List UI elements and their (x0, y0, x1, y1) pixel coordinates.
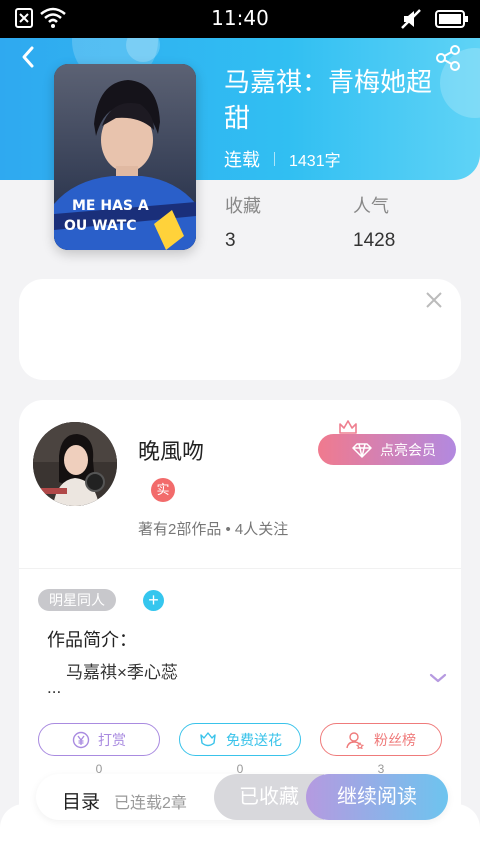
book-cover[interactable]: ME HAS A OU WATC (54, 64, 196, 250)
battery-icon (435, 10, 468, 28)
vip-button-label: 点亮会员 (380, 441, 436, 458)
send-flower-button[interactable]: 免费送花 (179, 723, 301, 756)
status-bar: 11:40 (0, 0, 480, 38)
toc-button[interactable]: 目录 (62, 787, 100, 814)
popularity-label: 人气 (353, 196, 389, 216)
notice-card (19, 279, 461, 380)
popularity-stat: 人气 1428 (353, 192, 395, 252)
book-status-row: 连载 1431字 (224, 146, 341, 172)
chapter-progress: 已连载2章 (114, 795, 187, 812)
fans-icon (346, 731, 365, 749)
tag-chip[interactable]: 明星同人 (38, 589, 116, 611)
collect-value: 3 (225, 230, 236, 251)
intro-ellipsis: ... (47, 678, 62, 697)
fans-rank-button[interactable]: 粉丝榜 (320, 723, 442, 756)
diamond-icon (352, 442, 372, 458)
send-flower-label: 免费送花 (226, 731, 282, 748)
svg-text:OU WATC: OU WATC (64, 218, 137, 234)
popularity-value: 1428 (353, 230, 396, 251)
vip-button[interactable]: 点亮会员 (318, 434, 456, 465)
mute-icon (401, 9, 421, 29)
reward-button[interactable]: 打赏 (38, 723, 160, 756)
reward-label: 打赏 (98, 731, 126, 748)
continue-reading-button[interactable]: 继续阅读 (306, 774, 448, 820)
close-icon[interactable] (425, 291, 443, 309)
chevron-down-icon[interactable] (429, 672, 447, 684)
serial-status: 连载 (224, 150, 260, 170)
flower-icon (200, 731, 216, 746)
card-divider (19, 568, 461, 569)
author-info: 著有2部作品 • 4人关注 (138, 521, 289, 538)
divider (274, 152, 275, 166)
crown-icon (339, 420, 357, 434)
book-title: 马嘉祺：青梅她超甜 (224, 67, 433, 133)
collect-label: 收藏 (225, 196, 261, 216)
fans-rank-label: 粉丝榜 (374, 731, 416, 748)
verified-badge: 实 (151, 478, 175, 502)
intro-text: 马嘉祺×季心蕊 (66, 663, 178, 682)
word-count: 1431字 (289, 153, 341, 170)
intro-title: 作品简介： (47, 630, 137, 650)
author-name[interactable]: 晚風吻 (138, 434, 204, 466)
add-tag-button[interactable]: + (143, 590, 164, 611)
back-icon[interactable] (14, 42, 44, 72)
svg-text:ME HAS A: ME HAS A (72, 198, 149, 214)
yen-icon (72, 731, 90, 748)
collect-stat: 收藏 3 (225, 192, 261, 252)
author-avatar[interactable] (33, 422, 117, 506)
